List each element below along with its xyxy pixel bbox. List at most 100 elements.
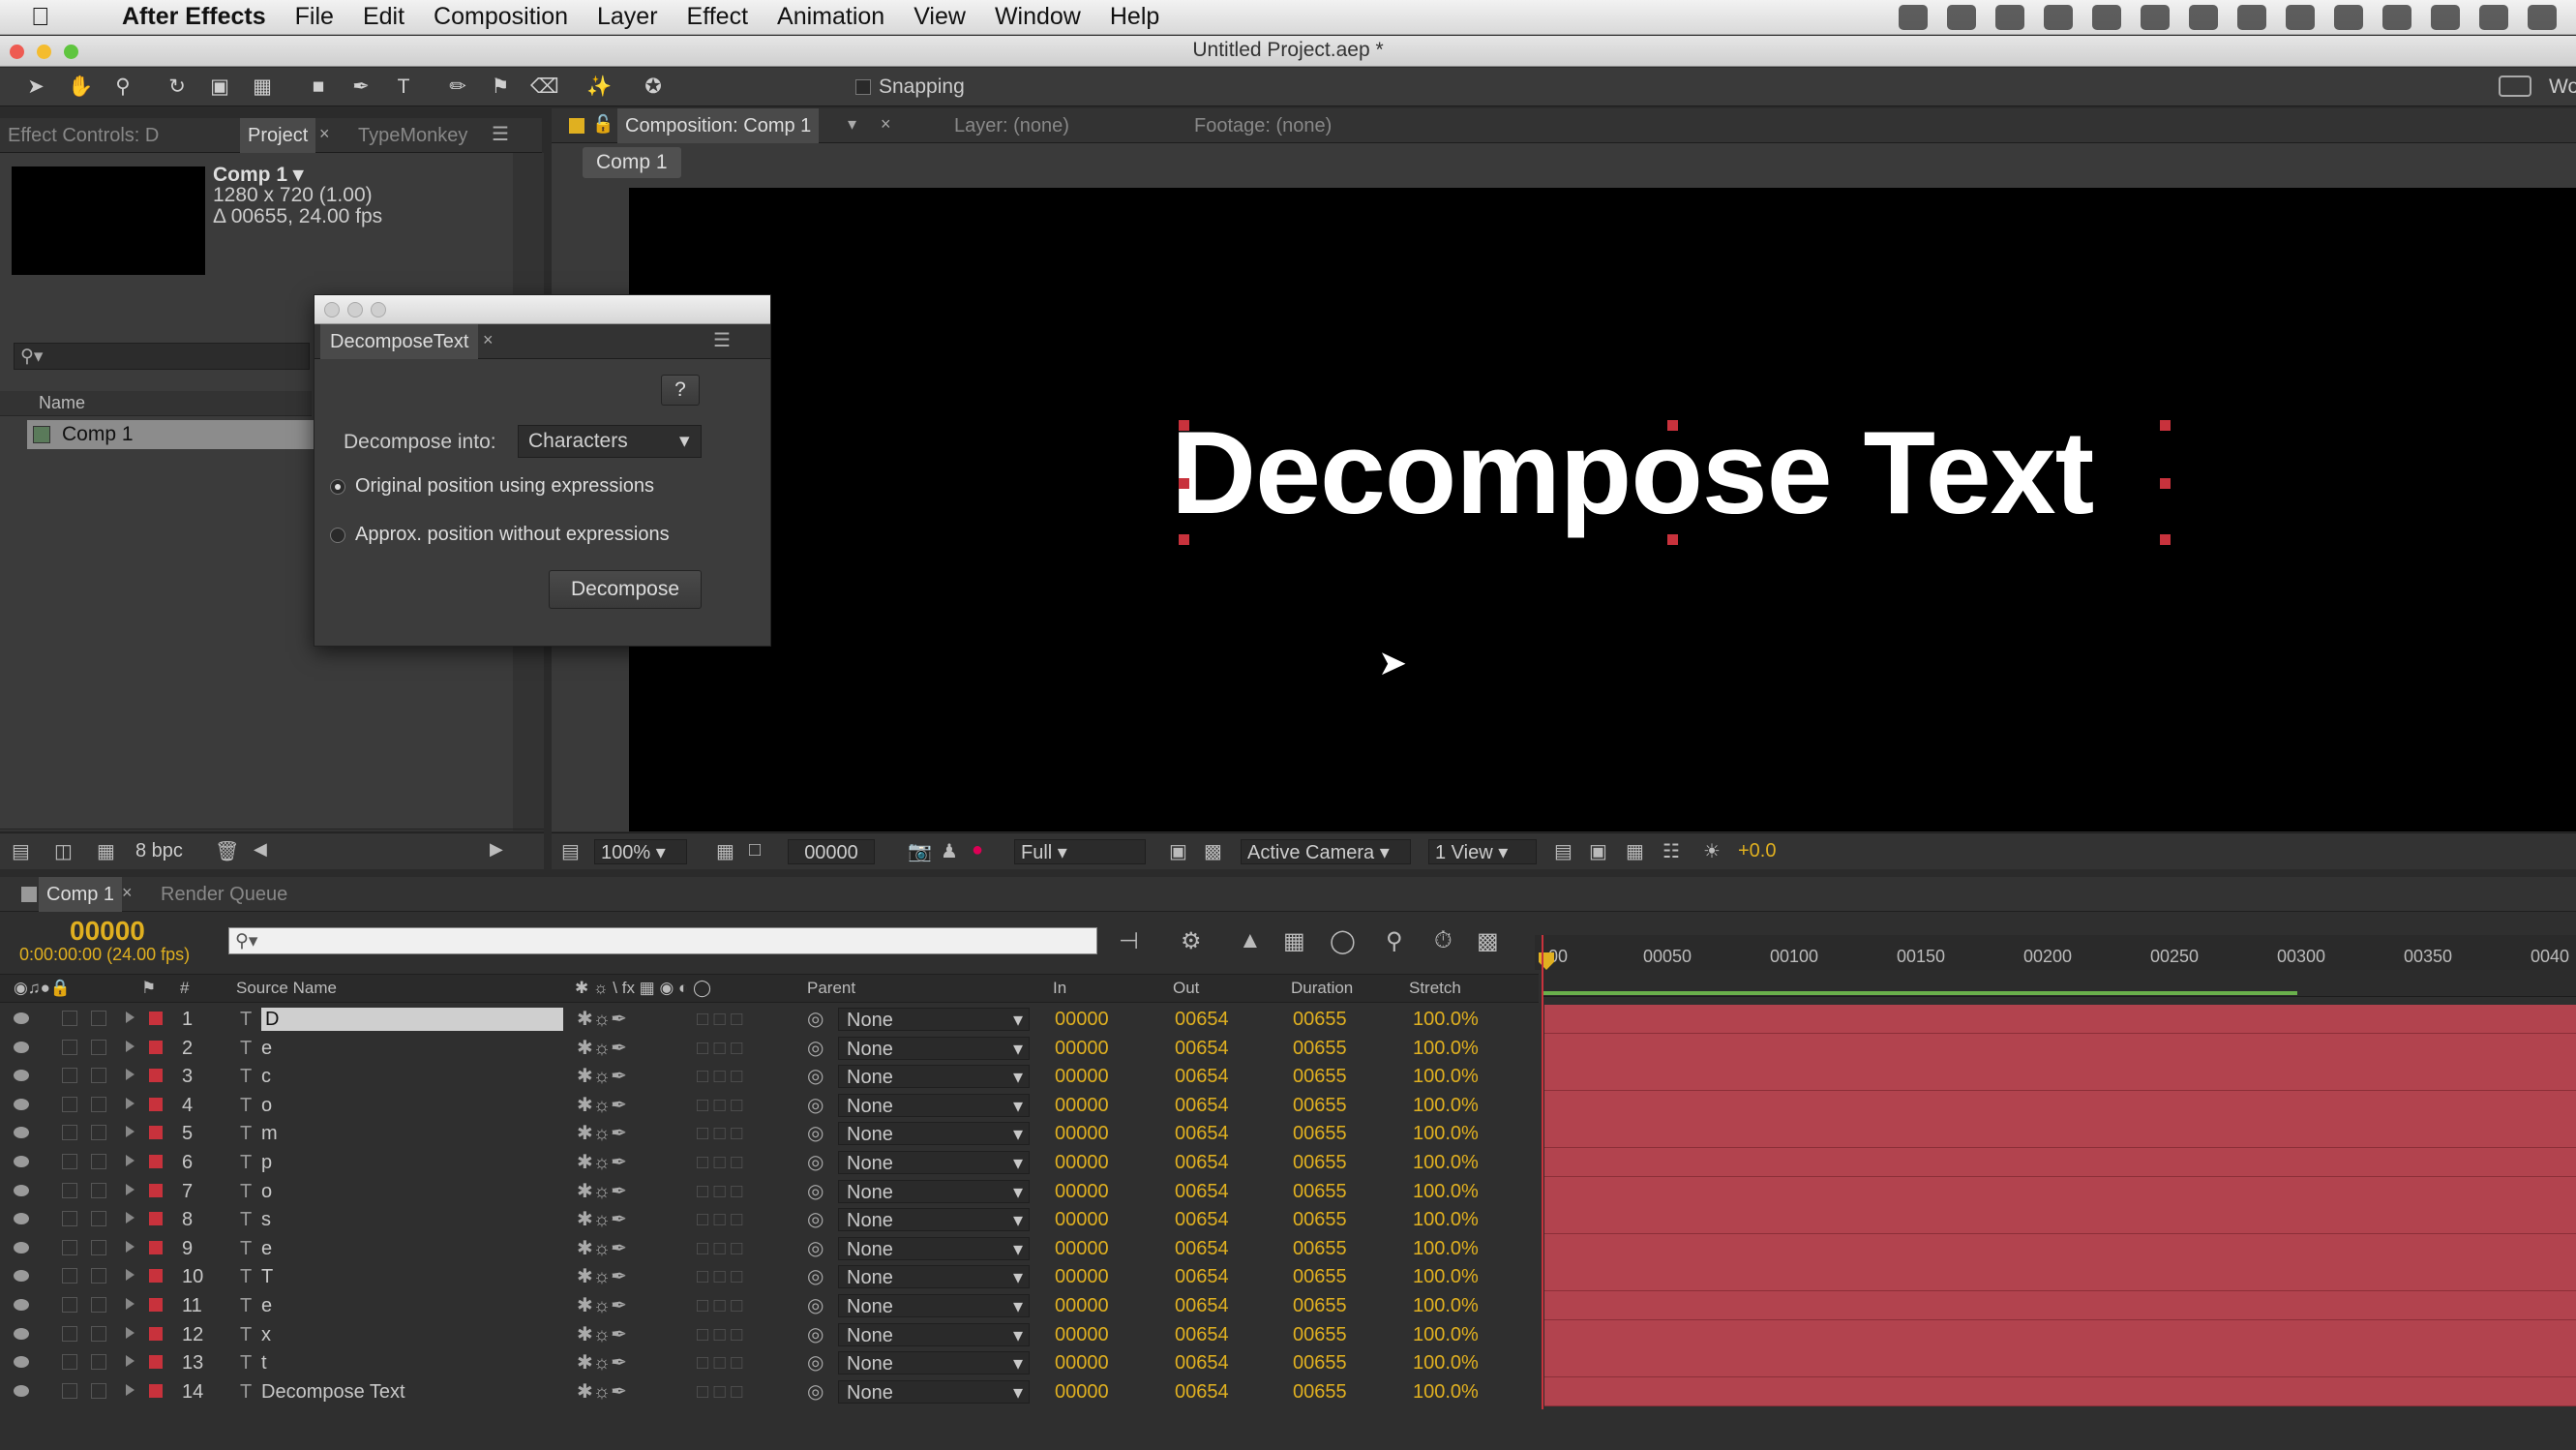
layer-extra-switches[interactable]: □ □ □ [697, 1323, 742, 1346]
option-approx-position-label[interactable]: Approx. position without expressions [355, 524, 670, 546]
lock-switch[interactable] [91, 1325, 106, 1342]
layer-out-point[interactable]: 00654 [1175, 1351, 1229, 1374]
selection-tool-icon[interactable]: ➤ [23, 76, 48, 99]
tray-icon[interactable] [2092, 5, 2121, 30]
scroll-left-icon[interactable]: ◀ [254, 839, 267, 860]
minimize-window-button[interactable] [37, 45, 51, 59]
parent-select[interactable]: None ▾ [838, 1351, 1030, 1375]
lock-switch[interactable] [91, 1125, 106, 1141]
hand-tool-icon[interactable]: ✋ [68, 76, 93, 99]
parent-select[interactable]: None ▾ [838, 1236, 1030, 1260]
menu-view[interactable]: View [914, 3, 966, 31]
comp-mini-flowchart-icon[interactable]: ⊣ [1119, 927, 1139, 955]
zoom-window-button[interactable] [64, 45, 78, 59]
current-time-field[interactable]: 00000 [788, 839, 875, 864]
comp-breadcrumb-button[interactable]: Comp 1 [583, 147, 681, 178]
layer-duration[interactable]: 00655 [1293, 1008, 1347, 1031]
layer-switches[interactable]: ✱☼✒ [577, 1008, 627, 1031]
layer-duration-bar[interactable] [1544, 1005, 2576, 1034]
column-out[interactable]: Out [1173, 979, 1199, 998]
trash-icon[interactable]: 🗑 [215, 839, 239, 863]
tray-icon[interactable] [2141, 5, 2170, 30]
layer-extra-switches[interactable]: □ □ □ [697, 1294, 742, 1317]
transform-handle[interactable] [1667, 534, 1678, 545]
layer-duration[interactable]: 00655 [1293, 1208, 1347, 1231]
layer-in-point[interactable]: 00000 [1055, 1380, 1109, 1404]
layer-in-point[interactable]: 00000 [1055, 1065, 1109, 1088]
resolution-select[interactable]: Full ▾ [1014, 839, 1146, 864]
table-row[interactable]: 6 Tp ✱☼✒ □ □ □ ◎ None ▾ 00000 00654 00655 100.0% [0, 1148, 1539, 1177]
camera-select[interactable]: Active Camera ▾ [1241, 839, 1411, 864]
close-icon[interactable]: × [122, 883, 133, 903]
layer-extra-switches[interactable]: □ □ □ [697, 1151, 742, 1174]
menu-file[interactable]: File [295, 3, 334, 31]
layer-out-point[interactable]: 00654 [1175, 1208, 1229, 1231]
transform-handle[interactable] [2160, 534, 2171, 545]
parent-select[interactable]: None ▾ [838, 1122, 1030, 1146]
tray-icon[interactable] [2528, 5, 2557, 30]
eye-icon[interactable] [14, 1384, 29, 1397]
eye-icon[interactable] [14, 1356, 29, 1369]
menu-edit[interactable]: Edit [363, 3, 404, 31]
layer-duration[interactable]: 00655 [1293, 1180, 1347, 1203]
layer-extra-switches[interactable]: □ □ □ [697, 1180, 742, 1203]
eraser-tool-icon[interactable]: ⌫ [530, 76, 559, 99]
layer-source-name[interactable]: p [261, 1151, 272, 1174]
layer-duration[interactable]: 00655 [1293, 1265, 1347, 1288]
layer-switches[interactable]: ✱☼✒ [577, 1180, 627, 1203]
pick-whip-icon[interactable]: ◎ [807, 1380, 824, 1404]
solo-switch[interactable] [62, 1325, 77, 1342]
show-snapshot-icon[interactable]: ♟ [941, 839, 958, 863]
solo-switch[interactable] [62, 1354, 77, 1371]
table-row[interactable]: 2 Te ✱☼✒ □ □ □ ◎ None ▾ 00000 00654 00655 100.0% [0, 1034, 1539, 1063]
tab-typemonkey[interactable]: TypeMonkey [350, 118, 475, 153]
layer-duration-bar[interactable] [1544, 1176, 2576, 1206]
layer-duration[interactable]: 00655 [1293, 1323, 1347, 1346]
menu-layer[interactable]: Layer [597, 3, 658, 31]
layer-in-point[interactable]: 00000 [1055, 1237, 1109, 1260]
menu-animation[interactable]: Animation [777, 3, 884, 31]
layer-source-name[interactable]: c [261, 1065, 271, 1088]
expand-triangle-icon[interactable] [126, 1097, 135, 1109]
layer-stretch[interactable]: 100.0% [1413, 1208, 1479, 1231]
label-color-swatch[interactable] [149, 1326, 163, 1341]
panel-menu-icon[interactable]: ☰ [492, 122, 509, 146]
eye-icon[interactable] [14, 1070, 29, 1082]
layer-switches[interactable]: ✱☼✒ [577, 1208, 627, 1231]
name-column-header[interactable]: Name [0, 391, 312, 416]
layer-source-name[interactable]: e [261, 1237, 272, 1260]
brainstorm-icon[interactable]: ⏱ [1434, 927, 1453, 954]
eye-icon[interactable] [14, 1184, 29, 1196]
table-row[interactable]: 14 T Decompose Text ✱☼✒ □ □ □ ◎ None ▾ 00000 0065… [0, 1377, 1539, 1406]
lock-switch[interactable] [91, 1011, 106, 1026]
tray-icon[interactable] [2189, 5, 2218, 30]
label-color-swatch[interactable] [149, 1126, 163, 1140]
pick-whip-icon[interactable]: ◎ [807, 1323, 824, 1346]
layer-source-name[interactable]: e [261, 1294, 272, 1317]
brush-tool-icon[interactable]: ✏ [445, 76, 470, 99]
parent-select[interactable]: None ▾ [838, 1065, 1030, 1089]
table-row[interactable]: 4 To ✱☼✒ □ □ □ ◎ None ▾ 00000 00654 00655 100.0% [0, 1091, 1539, 1120]
menu-help[interactable]: Help [1110, 3, 1159, 31]
flowchart-icon[interactable]: ☷ [1662, 839, 1680, 863]
column-parent[interactable]: Parent [807, 979, 855, 998]
parent-select[interactable]: None ▾ [838, 1093, 1030, 1117]
lock-switch[interactable] [91, 1239, 106, 1255]
table-row[interactable]: 11 Te ✱☼✒ □ □ □ ◎ None ▾ 00000 00654 00655 100.0% [0, 1291, 1539, 1320]
expand-triangle-icon[interactable] [126, 1212, 135, 1224]
view-layout-select[interactable]: 1 View ▾ [1428, 839, 1537, 864]
layer-stretch[interactable]: 100.0% [1413, 1294, 1479, 1317]
solo-switch[interactable] [62, 1268, 77, 1284]
solo-switch[interactable] [62, 1211, 77, 1227]
tab-decomposetext[interactable]: DecomposeText [320, 324, 479, 359]
pick-whip-icon[interactable]: ◎ [807, 1037, 824, 1060]
tray-icon[interactable] [2286, 5, 2315, 30]
expand-triangle-icon[interactable] [126, 1326, 135, 1339]
label-color-swatch[interactable] [149, 1183, 163, 1197]
work-area-bar[interactable] [1543, 970, 2576, 997]
solo-switch[interactable] [62, 1239, 77, 1255]
layer-out-point[interactable]: 00654 [1175, 1265, 1229, 1288]
layer-duration[interactable]: 00655 [1293, 1037, 1347, 1060]
layer-in-point[interactable]: 00000 [1055, 1180, 1109, 1203]
pick-whip-icon[interactable]: ◎ [807, 1008, 824, 1031]
